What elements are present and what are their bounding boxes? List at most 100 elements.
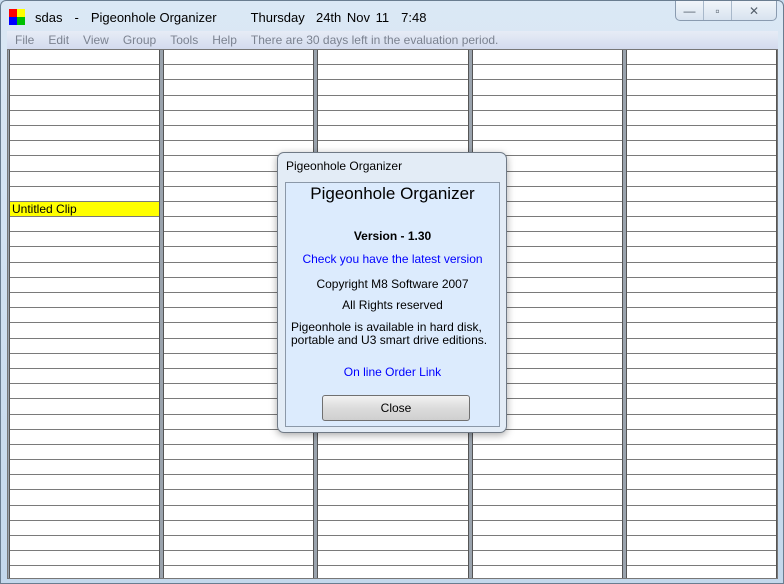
pigeonhole-cell[interactable]: [626, 551, 777, 567]
pigeonhole-cell[interactable]: [472, 536, 622, 552]
pigeonhole-cell[interactable]: [10, 50, 160, 66]
pigeonhole-cell[interactable]: [318, 566, 467, 578]
close-window-button[interactable]: ✕: [732, 1, 776, 20]
pigeonhole-cell[interactable]: [626, 202, 777, 218]
pigeonhole-cell[interactable]: [472, 521, 622, 536]
pigeonhole-cell[interactable]: [626, 247, 777, 263]
pigeonhole-cell[interactable]: [10, 445, 160, 461]
pigeonhole-cell[interactable]: [472, 551, 622, 567]
pigeonhole-cell[interactable]: [318, 475, 468, 491]
pigeonhole-cell[interactable]: [10, 551, 160, 567]
pigeonhole-cell[interactable]: [10, 141, 160, 157]
pigeonhole-cell[interactable]: [472, 126, 622, 142]
check-version-link[interactable]: Check you have the latest version: [286, 252, 499, 266]
pigeonhole-cell[interactable]: [10, 399, 160, 415]
pigeonhole-cell[interactable]: [10, 536, 160, 552]
pigeonhole-cell[interactable]: [10, 217, 160, 233]
pigeonhole-cell[interactable]: [318, 96, 468, 111]
pigeonhole-cell[interactable]: [10, 65, 160, 81]
pigeonhole-cell[interactable]: [472, 490, 622, 506]
pigeonhole-cell[interactable]: [626, 399, 777, 415]
pigeonhole-cell[interactable]: [626, 475, 777, 491]
pigeonhole-cell[interactable]: [10, 232, 160, 248]
pigeonhole-cell[interactable]: [10, 506, 160, 521]
pigeonhole-cell[interactable]: [626, 50, 777, 66]
pigeonhole-cell[interactable]: [626, 339, 777, 354]
pigeonhole-cell[interactable]: [626, 217, 777, 233]
pigeonhole-cell[interactable]: [626, 415, 777, 430]
pigeonhole-cell[interactable]: [472, 96, 622, 111]
pigeonhole-cell[interactable]: [626, 323, 777, 339]
maximize-button[interactable]: ▫: [704, 1, 732, 20]
pigeonhole-cell[interactable]: [164, 566, 313, 578]
menu-file[interactable]: File: [15, 33, 34, 47]
pigeonhole-cell[interactable]: [164, 80, 314, 96]
pigeonhole-cell[interactable]: [318, 460, 468, 476]
pigeonhole-cell[interactable]: [318, 506, 468, 521]
pigeonhole-cell[interactable]: [164, 536, 314, 552]
pigeonhole-cell[interactable]: [10, 187, 160, 202]
pigeonhole-cell[interactable]: [627, 566, 776, 578]
pigeonhole-cell[interactable]: [10, 384, 160, 400]
pigeonhole-cell[interactable]: [164, 65, 314, 81]
pigeonhole-cell[interactable]: [626, 506, 777, 521]
pigeonhole-cell[interactable]: [626, 126, 777, 142]
pigeonhole-cell[interactable]: [10, 460, 160, 476]
pigeonhole-cell[interactable]: [626, 187, 777, 202]
pigeonhole-cell[interactable]: [472, 445, 622, 461]
clip-item[interactable]: Untitled Clip: [10, 201, 160, 218]
menu-group[interactable]: Group: [123, 33, 156, 47]
pigeonhole-cell[interactable]: [10, 278, 160, 293]
pigeonhole-cell[interactable]: [626, 384, 777, 400]
pigeonhole-cell[interactable]: [10, 475, 160, 491]
pigeonhole-cell[interactable]: [318, 50, 468, 66]
pigeonhole-cell[interactable]: [164, 96, 314, 111]
pigeonhole-cell[interactable]: [626, 80, 777, 96]
pigeonhole-cell[interactable]: [164, 551, 314, 567]
pigeonhole-cell[interactable]: [318, 445, 468, 461]
pigeonhole-cell[interactable]: [10, 369, 160, 385]
pigeonhole-cell[interactable]: [472, 111, 622, 126]
pigeonhole-cell[interactable]: [10, 415, 160, 430]
menu-edit[interactable]: Edit: [48, 33, 69, 47]
pigeonhole-cell[interactable]: [318, 65, 468, 81]
pigeonhole-cell[interactable]: [473, 566, 622, 578]
pigeonhole-cell[interactable]: [10, 111, 160, 126]
menu-tools[interactable]: Tools: [170, 33, 198, 47]
pigeonhole-cell[interactable]: [164, 445, 314, 461]
pigeonhole-cell[interactable]: [164, 521, 314, 536]
pigeonhole-cell[interactable]: [10, 80, 160, 96]
pigeonhole-cell[interactable]: [10, 566, 159, 578]
pigeonhole-cell[interactable]: [10, 430, 160, 445]
pigeonhole-cell[interactable]: [626, 141, 777, 157]
minimize-button[interactable]: —: [676, 1, 704, 20]
pigeonhole-cell[interactable]: [318, 126, 468, 142]
pigeonhole-cell[interactable]: [626, 278, 777, 293]
menu-help[interactable]: Help: [212, 33, 237, 47]
close-button[interactable]: Close: [322, 395, 470, 421]
pigeonhole-cell[interactable]: [472, 80, 622, 96]
pigeonhole-cell[interactable]: [626, 232, 777, 248]
pigeonhole-cell[interactable]: [626, 490, 777, 506]
pigeonhole-cell[interactable]: [10, 354, 160, 369]
pigeonhole-cell[interactable]: [10, 339, 160, 354]
pigeonhole-cell[interactable]: [164, 50, 314, 66]
pigeonhole-cell[interactable]: [164, 460, 314, 476]
pigeonhole-cell[interactable]: [626, 172, 777, 187]
pigeonhole-cell[interactable]: [164, 506, 314, 521]
pigeonhole-cell[interactable]: [10, 96, 160, 111]
pigeonhole-cell[interactable]: [164, 490, 314, 506]
pigeonhole-cell[interactable]: [626, 536, 777, 552]
pigeonhole-cell[interactable]: [626, 263, 777, 278]
pigeonhole-cell[interactable]: [10, 263, 160, 278]
pigeonhole-cell[interactable]: [10, 521, 160, 536]
pigeonhole-cell[interactable]: [164, 126, 314, 142]
order-link[interactable]: On line Order Link: [286, 365, 499, 379]
pigeonhole-cell[interactable]: [10, 293, 160, 309]
pigeonhole-cell[interactable]: [164, 111, 314, 126]
pigeonhole-cell[interactable]: [318, 521, 468, 536]
pigeonhole-cell[interactable]: [472, 506, 622, 521]
pigeonhole-cell[interactable]: [164, 475, 314, 491]
pigeonhole-cell[interactable]: [10, 490, 160, 506]
pigeonhole-cell[interactable]: [626, 156, 777, 172]
